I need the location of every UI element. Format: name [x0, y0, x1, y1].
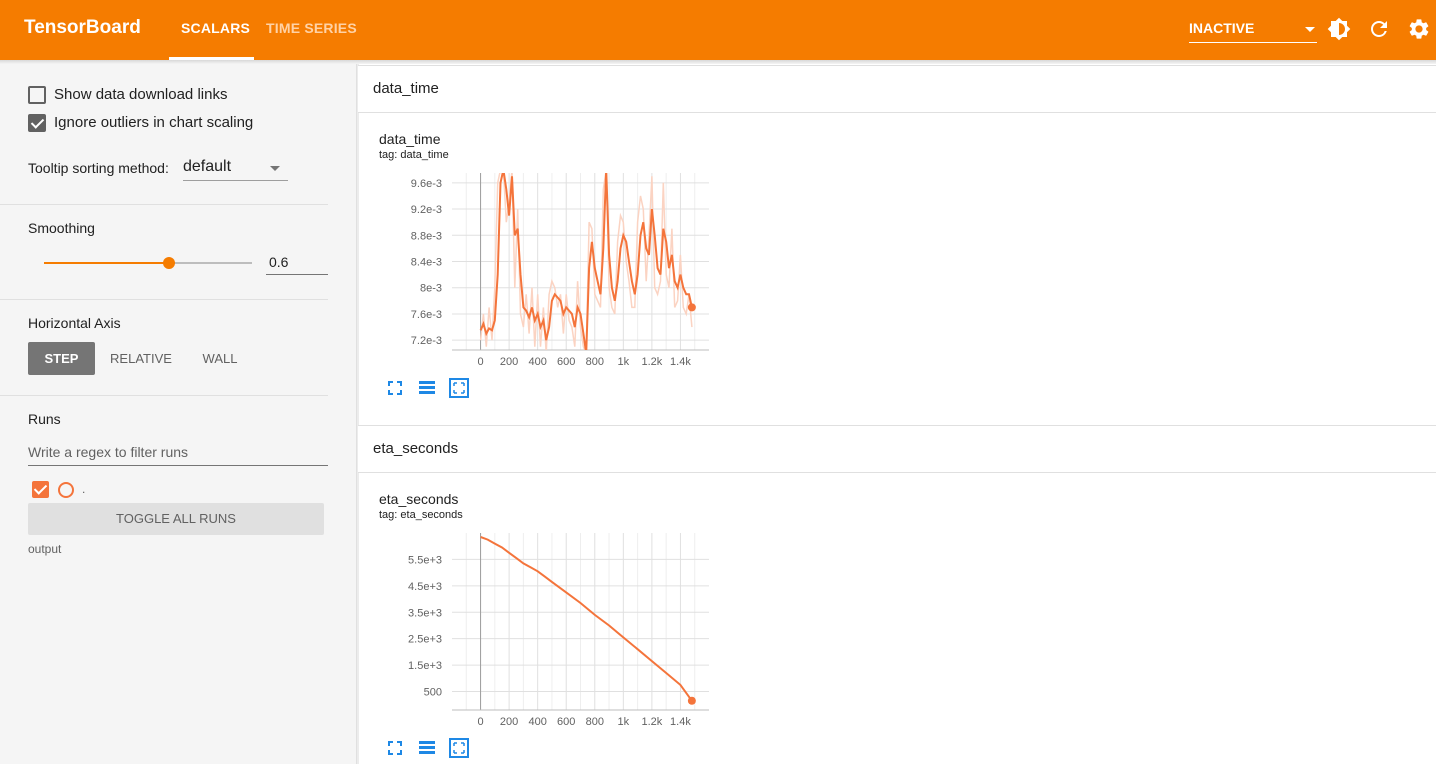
- last-point-marker: [687, 303, 696, 312]
- x-tick-label: 1.4k: [670, 356, 691, 368]
- show-download-links-label: Show data download links: [54, 86, 228, 103]
- run-checkbox[interactable]: [32, 481, 49, 498]
- chart-card-title: eta_seconds: [379, 491, 459, 507]
- toggle-all-runs-button[interactable]: TOGGLE ALL RUNS: [28, 503, 324, 535]
- group-title: eta_seconds: [373, 440, 459, 457]
- x-tick-label: 400: [528, 356, 546, 368]
- x-tick-label: 0: [477, 716, 483, 728]
- y-tick-label: 9.2e-3: [411, 204, 442, 216]
- group-header-data-time[interactable]: data_time: [358, 65, 1436, 113]
- smoothing-value: 0.6: [269, 254, 289, 270]
- tab-time-series[interactable]: TIME SERIES: [266, 20, 357, 36]
- app-title: TensorBoard: [24, 17, 141, 38]
- y-tick-label: 8.8e-3: [411, 230, 442, 242]
- x-tick-label: 1.4k: [670, 716, 691, 728]
- run-status-value: INACTIVE: [1189, 20, 1255, 36]
- section-divider: [0, 395, 328, 396]
- x-tick-label: 600: [557, 356, 575, 368]
- eta-seconds-chart[interactable]: 0 200 400 600 800 1k 1.2k 1.4k 500 1.5e+3 2.5e+3 3.…: [372, 528, 717, 743]
- smoothing-label: Smoothing: [28, 220, 95, 236]
- run-name: .: [82, 482, 86, 496]
- tooltip-sorting-select[interactable]: default: [183, 158, 288, 181]
- ignore-outliers-label: Ignore outliers in chart scaling: [54, 114, 254, 131]
- y-tick-label: 7.2e-3: [411, 335, 442, 347]
- section-divider: [0, 299, 328, 300]
- run-color-icon[interactable]: [58, 482, 74, 498]
- chart-card-tag: tag: eta_seconds: [379, 509, 463, 521]
- ignore-outliers-option[interactable]: Ignore outliers in chart scaling: [28, 114, 254, 133]
- chart-card-title: data_time: [379, 131, 441, 147]
- data-table-icon[interactable]: [418, 739, 436, 757]
- output-dir-label: output: [28, 542, 62, 556]
- y-tick-label: 8e-3: [420, 283, 442, 295]
- x-tick-label: 400: [528, 716, 546, 728]
- group-title: data_time: [373, 80, 439, 97]
- ignore-outliers-checkbox[interactable]: [28, 114, 46, 133]
- fullscreen-icon[interactable]: [386, 739, 404, 757]
- show-download-links-option[interactable]: Show data download links: [28, 86, 228, 105]
- group-header-eta-seconds[interactable]: eta_seconds: [358, 425, 1436, 473]
- fit-domain-icon[interactable]: [449, 738, 469, 758]
- smoothed-series-line: [480, 536, 693, 702]
- fit-domain-icon[interactable]: [449, 378, 469, 398]
- chevron-down-icon: [1305, 27, 1315, 32]
- chevron-down-icon: [270, 166, 280, 171]
- last-point-marker: [687, 696, 696, 705]
- y-tick-label: 9.6e-3: [411, 178, 442, 190]
- smoothing-input[interactable]: 0.6: [266, 252, 328, 275]
- x-tick-label: 800: [586, 716, 604, 728]
- fullscreen-icon[interactable]: [386, 379, 404, 397]
- theme-icon[interactable]: [1327, 17, 1351, 41]
- y-tick-label: 3.5e+3: [408, 607, 442, 619]
- tab-scalars[interactable]: SCALARS: [181, 20, 250, 36]
- runs-filter-placeholder: Write a regex to filter runs: [28, 444, 189, 460]
- tooltip-sorting-label: Tooltip sorting method:: [28, 160, 169, 176]
- x-tick-label: 1.2k: [641, 716, 662, 728]
- y-tick-label: 500: [424, 687, 442, 699]
- top-bar: TensorBoard SCALARS TIME SERIES INACTIVE: [0, 0, 1436, 60]
- smoothing-slider-thumb[interactable]: [162, 257, 175, 269]
- section-divider: [0, 204, 328, 205]
- smoothing-slider-fill: [44, 262, 169, 264]
- axis-relative-button[interactable]: RELATIVE: [104, 342, 178, 375]
- y-tick-label: 5.5e+3: [408, 554, 442, 566]
- run-status-select[interactable]: INACTIVE: [1189, 20, 1317, 43]
- horizontal-axis-label: Horizontal Axis: [28, 315, 121, 331]
- x-tick-label: 0: [477, 356, 483, 368]
- x-tick-label: 1k: [618, 716, 630, 728]
- x-tick-label: 800: [586, 356, 604, 368]
- x-tick-label: 200: [500, 716, 518, 728]
- tooltip-sorting-value: default: [183, 158, 232, 175]
- y-tick-label: 4.5e+3: [408, 581, 442, 593]
- x-tick-label: 200: [500, 356, 518, 368]
- data-time-chart[interactable]: 0 200 400 600 800 1k 1.2k 1.4k 7.2e-3 7.6e-3 8e-3 8…: [372, 168, 717, 383]
- data-table-icon[interactable]: [418, 379, 436, 397]
- show-download-links-checkbox[interactable]: [28, 86, 46, 105]
- x-tick-label: 600: [557, 716, 575, 728]
- runs-label: Runs: [28, 411, 61, 427]
- chart-card-tag: tag: data_time: [379, 149, 449, 161]
- refresh-icon[interactable]: [1367, 17, 1391, 41]
- y-tick-label: 8.4e-3: [411, 257, 442, 269]
- x-tick-label: 1.2k: [641, 356, 662, 368]
- main-gutter: [357, 64, 359, 764]
- y-tick-label: 7.6e-3: [411, 309, 442, 321]
- y-tick-label: 1.5e+3: [408, 660, 442, 672]
- y-tick-label: 2.5e+3: [408, 634, 442, 646]
- axis-step-button[interactable]: STEP: [28, 342, 95, 375]
- runs-filter-input[interactable]: Write a regex to filter runs: [28, 443, 328, 466]
- axis-wall-button[interactable]: WALL: [190, 342, 250, 375]
- x-tick-label: 1k: [618, 356, 630, 368]
- smoothing-slider[interactable]: [44, 257, 252, 269]
- settings-icon[interactable]: [1407, 17, 1431, 41]
